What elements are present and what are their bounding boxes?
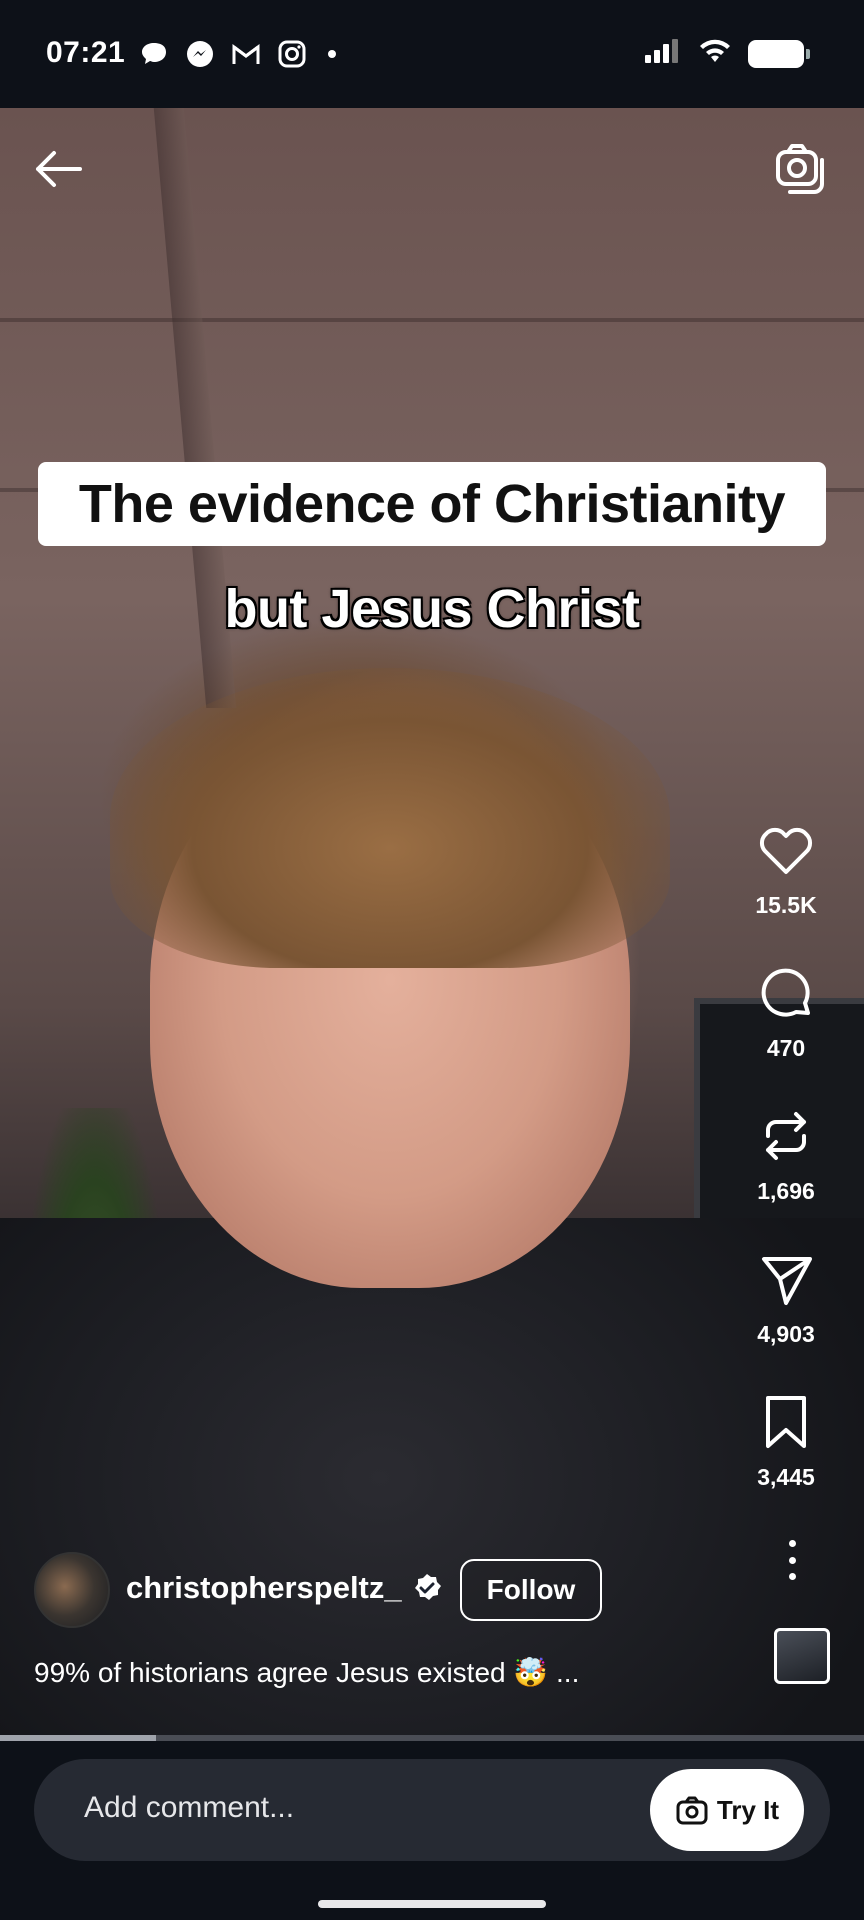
repost-count: 1,696 <box>757 1178 815 1204</box>
dot <box>788 1556 796 1564</box>
share-count: 4,903 <box>757 1321 815 1347</box>
save-button[interactable]: 3,445 <box>756 1392 816 1535</box>
dot <box>788 1540 796 1547</box>
comment-button[interactable]: 470 <box>756 963 816 1106</box>
arrow-left-icon <box>36 151 82 187</box>
camera-icon <box>776 144 824 194</box>
comment-icon <box>761 968 810 1017</box>
battery-icon <box>748 39 810 68</box>
caption-box: The evidence of Christianity <box>38 462 826 546</box>
person-hair <box>110 668 670 968</box>
back-button[interactable] <box>30 144 86 194</box>
save-count: 3,445 <box>757 1464 815 1490</box>
signal-icon <box>644 38 682 69</box>
system-icons <box>644 38 810 69</box>
post-description[interactable]: 99% of historians agree Jesus existed 🤯 … <box>34 1656 579 1689</box>
chat-bubble-icon <box>138 38 170 70</box>
comment-pill: Add comment... Try It <box>34 1759 830 1861</box>
more-notifications-dot <box>328 50 336 58</box>
home-indicator[interactable] <box>318 1900 546 1908</box>
verified-badge-icon <box>414 1574 441 1600</box>
caption-subtitle: but Jesus Christ <box>224 579 640 639</box>
status-bar: 07:21 <box>0 0 864 108</box>
like-button[interactable]: 15.5K <box>755 820 817 963</box>
heart-icon <box>759 827 813 874</box>
share-button[interactable]: 4,903 <box>756 1249 816 1392</box>
comment-input[interactable]: Add comment... <box>84 1791 294 1825</box>
try-it-button[interactable]: Try It <box>650 1769 804 1851</box>
bottom-bar: Add comment... Try It <box>0 1741 864 1920</box>
camera-button[interactable] <box>772 140 828 196</box>
author-avatar[interactable] <box>34 1552 110 1628</box>
like-count: 15.5K <box>755 892 817 918</box>
more-options-button[interactable] <box>780 1540 804 1580</box>
try-it-label: Try It <box>716 1794 780 1825</box>
action-rail: 15.5K 470 1,696 4,903 3,445 <box>736 820 836 1535</box>
audio-thumbnail[interactable] <box>774 1628 830 1684</box>
instagram-icon <box>276 38 308 70</box>
dot <box>788 1573 796 1580</box>
status-time: 07:21 <box>46 36 126 69</box>
author-username: christopherspeltz_ <box>126 1570 402 1605</box>
ceiling-line <box>0 318 864 322</box>
wifi-icon <box>698 38 732 69</box>
repost-button[interactable]: 1,696 <box>756 1106 816 1249</box>
send-icon <box>762 1257 812 1305</box>
comment-count: 470 <box>766 1035 806 1061</box>
caption-text: The evidence of Christianity <box>78 474 786 534</box>
notification-icons <box>138 38 336 70</box>
messenger-icon <box>184 38 216 70</box>
bookmark-icon <box>766 1396 806 1448</box>
follow-button[interactable]: Follow <box>460 1559 602 1621</box>
video-player[interactable] <box>0 108 864 1738</box>
camera-icon <box>676 1796 708 1825</box>
repost-icon <box>766 1112 806 1160</box>
author-username-row[interactable]: christopherspeltz_ <box>126 1570 442 1606</box>
gmail-icon <box>230 38 262 70</box>
